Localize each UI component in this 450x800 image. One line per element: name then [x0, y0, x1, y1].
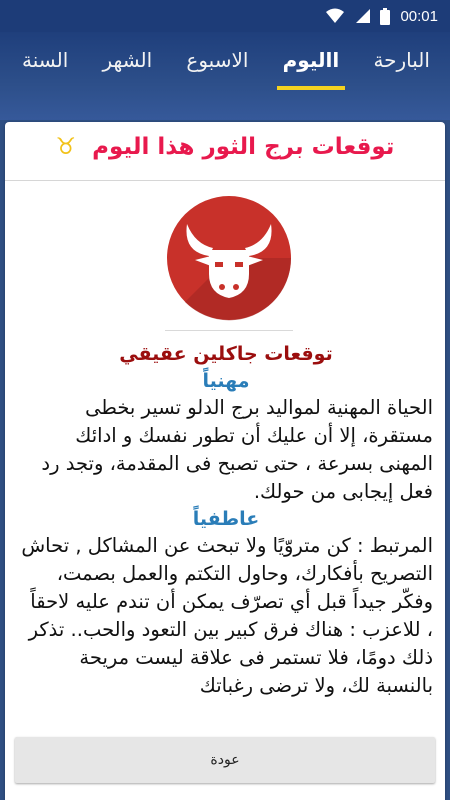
status-time: 00:01 — [400, 7, 438, 25]
period-tabs: البارحة االيوم الاسبوع الشهر السنة — [0, 42, 450, 90]
card-title: توقعات برج الثور هذا اليوم ♉ — [5, 134, 445, 160]
tab-month[interactable]: الشهر — [102, 42, 152, 90]
section-heading-career: مهنياً — [202, 370, 250, 392]
tab-today[interactable]: االيوم — [276, 42, 345, 90]
author-name: توقعات جاكلين عقيقي — [119, 343, 333, 365]
status-bar: 00:01 — [0, 0, 450, 32]
wifi-icon — [326, 8, 345, 24]
battery-icon — [380, 7, 391, 25]
taurus-bull-icon — [165, 190, 293, 330]
horoscope-card: توقعات برج الثور هذا اليوم ♉ توقعات جاكل… — [5, 122, 445, 800]
tab-yesterday[interactable]: البارحة — [373, 42, 430, 90]
section-text-love: المرتبط : كن متروّيًا ولا تبحث عن المشاك… — [21, 534, 433, 697]
signal-icon — [354, 8, 371, 24]
divider — [5, 180, 445, 181]
horoscope-content: توقعات جاكلين عقيقي مهنياً الحياة المهني… — [19, 340, 433, 700]
tab-year[interactable]: السنة — [22, 42, 68, 90]
logo-divider — [165, 330, 293, 331]
back-button[interactable]: عودة — [15, 737, 435, 783]
tab-week[interactable]: الاسبوع — [186, 42, 248, 90]
section-heading-love: عاطفياً — [192, 508, 260, 530]
section-text-career: الحياة المهنية لمواليد برج الدلو تسير بخ… — [41, 396, 433, 503]
taurus-icon: ♉ — [55, 134, 77, 160]
card-title-text: توقعات برج الثور هذا اليوم — [92, 134, 395, 160]
